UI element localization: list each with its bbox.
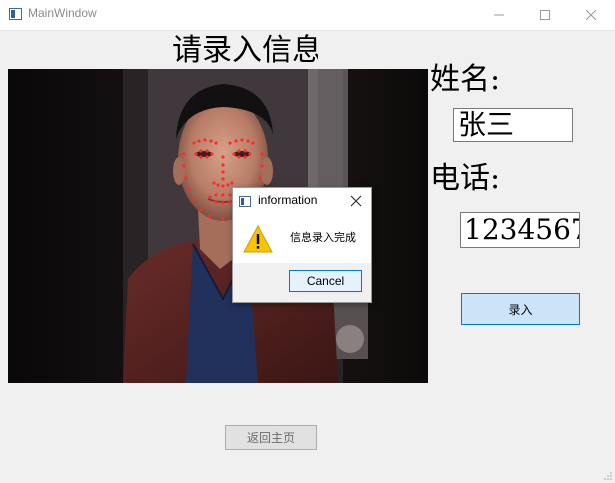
title-bar: MainWindow: [0, 0, 615, 31]
name-field[interactable]: 张三: [453, 108, 573, 142]
dialog-cancel-button[interactable]: Cancel: [289, 270, 362, 292]
minimize-button[interactable]: [476, 0, 522, 30]
minimize-icon: [494, 14, 504, 16]
phone-label: 电话:: [430, 161, 501, 196]
phone-field[interactable]: 1234567: [460, 212, 580, 248]
window-title: MainWindow: [28, 6, 97, 20]
warning-icon: [243, 224, 273, 253]
information-dialog: information 信息录入完成 Cancel: [232, 187, 372, 303]
dialog-app-icon: [239, 196, 251, 207]
dialog-close-icon[interactable]: [350, 195, 362, 207]
window-app-icon: [9, 8, 22, 20]
close-button[interactable]: [568, 0, 614, 30]
dialog-message: 信息录入完成: [290, 231, 356, 244]
back-to-home-button[interactable]: 返回主页: [225, 425, 317, 450]
close-icon: [586, 10, 596, 20]
page-title: 请录入信息: [172, 33, 318, 68]
maximize-icon: [540, 10, 550, 20]
maximize-button[interactable]: [522, 0, 568, 30]
resize-grip-icon[interactable]: [603, 471, 613, 481]
dialog-title: information: [258, 193, 318, 207]
name-label: 姓名:: [430, 62, 501, 97]
record-button[interactable]: 录入: [461, 293, 580, 325]
